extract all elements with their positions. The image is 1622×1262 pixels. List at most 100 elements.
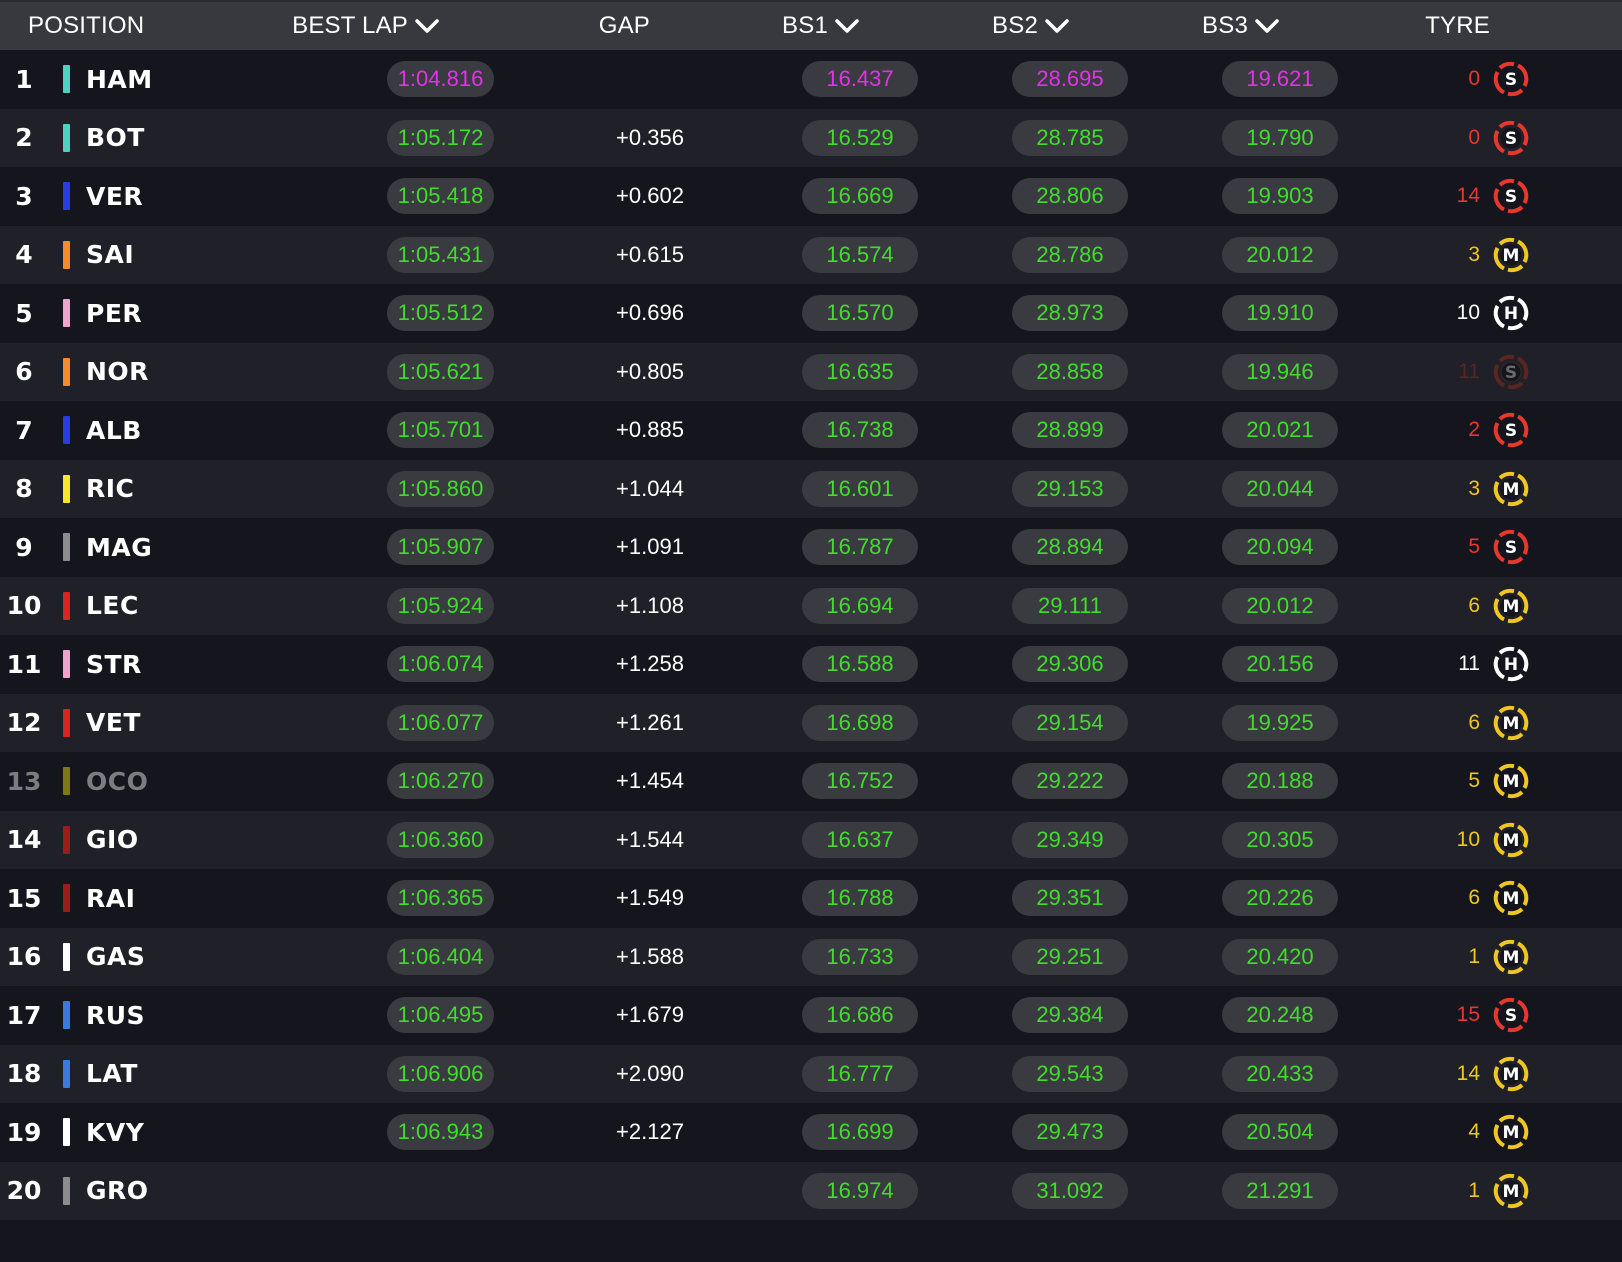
medium-tyre-icon: M <box>1493 705 1529 740</box>
gap-value: +0.615 <box>616 241 684 267</box>
best-sector-3: 19.910 <box>1222 295 1338 332</box>
table-row[interactable]: 15 RAI 1:06.365 +1.549 16.788 29.351 20.226 6 M <box>0 869 1622 928</box>
table-header: POSITION BEST LAP GAP BS1 BS2 BS3 TYRE <box>0 0 1622 50</box>
best-sector-1: 16.574 <box>802 236 918 273</box>
best-sector-1: 16.788 <box>802 880 918 917</box>
best-sector-3: 20.012 <box>1222 236 1338 273</box>
medium-tyre-icon: M <box>1493 471 1529 506</box>
gap-value <box>590 50 710 109</box>
best-lap-time: 1:06.906 <box>387 1055 494 1092</box>
table-row[interactable]: 9 MAG 1:05.907 +1.091 16.787 28.894 20.094 5 S <box>0 518 1622 577</box>
tyre-laps: 0 <box>1468 67 1480 91</box>
table-row[interactable]: 13 OCO 1:06.270 +1.454 16.752 29.222 20.188 5 M <box>0 752 1622 811</box>
best-sector-1: 16.974 <box>802 1172 918 1209</box>
tyre-compound-letter: M <box>1503 246 1520 266</box>
table-row[interactable]: 10 LEC 1:05.924 +1.108 16.694 29.111 20.012 6 M <box>0 576 1622 635</box>
table-row[interactable]: 6 NOR 1:05.621 +0.805 16.635 28.858 19.946 11 S <box>0 342 1622 401</box>
best-lap-time: 1:06.404 <box>387 938 494 975</box>
gap-value: +1.044 <box>616 475 684 501</box>
table-row[interactable]: 20 GRO 16.974 31.092 21.291 1 M <box>0 1161 1622 1220</box>
table-row[interactable]: 12 VET 1:06.077 +1.261 16.698 29.154 19.925 6 M <box>0 693 1622 752</box>
table-row[interactable]: 19 KVY 1:06.943 +2.127 16.699 29.473 20.504 4 M <box>0 1103 1622 1162</box>
chevron-down-icon <box>1255 19 1279 33</box>
gap-value: +2.127 <box>616 1119 684 1145</box>
position-number: 12 <box>6 708 42 738</box>
best-sector-3: 20.012 <box>1222 587 1338 624</box>
tyre-compound-letter: M <box>1503 948 1520 968</box>
team-color-bar <box>63 825 70 854</box>
tyre-laps: 4 <box>1468 1120 1480 1144</box>
gap-value: +1.588 <box>616 943 684 969</box>
table-row[interactable]: 11 STR 1:06.074 +1.258 16.588 29.306 20.156 11 H <box>0 635 1622 694</box>
position-number: 10 <box>6 591 42 621</box>
driver-rows: 1 HAM 1:04.816 16.437 28.695 19.621 0 S 2 BOT 1:05… <box>0 50 1622 1220</box>
position-number: 4 <box>15 240 33 270</box>
best-lap-time: 1:05.431 <box>387 236 494 273</box>
best-sector-3: 20.094 <box>1222 529 1338 566</box>
best-sector-1: 16.635 <box>802 353 918 390</box>
best-sector-2: 29.251 <box>1012 938 1128 975</box>
table-row[interactable]: 3 VER 1:05.418 +0.602 16.669 28.806 19.903 14 S <box>0 167 1622 226</box>
best-sector-3: 21.291 <box>1222 1172 1338 1209</box>
table-row[interactable]: 1 HAM 1:04.816 16.437 28.695 19.621 0 S <box>0 50 1622 109</box>
team-color-bar <box>63 1118 70 1147</box>
medium-tyre-icon: M <box>1493 764 1529 799</box>
hard-tyre-icon: H <box>1493 296 1529 331</box>
best-sector-1: 16.777 <box>802 1055 918 1092</box>
driver-code: LEC <box>86 591 139 621</box>
best-sector-3: 20.433 <box>1222 1055 1338 1092</box>
table-row[interactable]: 14 GIO 1:06.360 +1.544 16.637 29.349 20.305 10 M <box>0 810 1622 869</box>
best-sector-2: 29.473 <box>1012 1114 1128 1151</box>
best-sector-1: 16.669 <box>802 178 918 215</box>
table-row[interactable]: 7 ALB 1:05.701 +0.885 16.738 28.899 20.021 2 S <box>0 401 1622 460</box>
best-sector-1: 16.787 <box>802 529 918 566</box>
chevron-down-icon <box>835 19 859 33</box>
best-sector-2: 29.222 <box>1012 763 1128 800</box>
team-color-bar <box>63 884 70 913</box>
tyre-compound-letter: M <box>1503 597 1520 617</box>
chevron-down-icon <box>1045 19 1069 33</box>
tyre-compound-letter: M <box>1503 1182 1520 1202</box>
tyre-laps: 3 <box>1468 476 1480 500</box>
best-sector-2: 29.351 <box>1012 880 1128 917</box>
best-lap-time: 1:04.816 <box>387 61 494 98</box>
header-position[interactable]: POSITION <box>28 2 144 50</box>
best-sector-2: 29.153 <box>1012 470 1128 507</box>
medium-tyre-icon: M <box>1493 237 1529 272</box>
position-number: 9 <box>15 532 33 562</box>
best-lap-time: 1:05.907 <box>387 529 494 566</box>
table-row[interactable]: 16 GAS 1:06.404 +1.588 16.733 29.251 20.420 1 M <box>0 927 1622 986</box>
best-sector-1: 16.529 <box>802 119 918 156</box>
best-sector-2: 28.695 <box>1012 61 1128 98</box>
position-number: 13 <box>6 766 42 796</box>
driver-code: VET <box>86 708 141 738</box>
table-row[interactable]: 18 LAT 1:06.906 +2.090 16.777 29.543 20.433 14 M <box>0 1044 1622 1103</box>
gap-value: +1.544 <box>616 826 684 852</box>
tyre-laps: 14 <box>1456 1061 1480 1085</box>
tyre-compound-letter: M <box>1503 1065 1520 1085</box>
table-row[interactable]: 8 RIC 1:05.860 +1.044 16.601 29.153 20.044 3 M <box>0 459 1622 518</box>
driver-code: VER <box>86 181 144 211</box>
best-sector-2: 28.858 <box>1012 353 1128 390</box>
table-row[interactable]: 17 RUS 1:06.495 +1.679 16.686 29.384 20.248 15 S <box>0 986 1622 1045</box>
best-sector-3: 20.226 <box>1222 880 1338 917</box>
team-color-bar <box>63 357 70 386</box>
tyre-laps: 0 <box>1468 125 1480 149</box>
table-row[interactable]: 5 PER 1:05.512 +0.696 16.570 28.973 19.910 10 H <box>0 284 1622 343</box>
driver-code: OCO <box>86 766 149 796</box>
best-sector-3: 20.248 <box>1222 997 1338 1034</box>
medium-tyre-icon: M <box>1493 1056 1529 1091</box>
team-color-bar <box>63 1176 70 1205</box>
gap-value: +1.679 <box>616 1002 684 1028</box>
tyre-compound-letter: H <box>1504 304 1518 324</box>
table-row[interactable]: 4 SAI 1:05.431 +0.615 16.574 28.786 20.012 3 M <box>0 225 1622 284</box>
tyre-compound-letter: M <box>1503 831 1520 851</box>
best-sector-2: 28.899 <box>1012 412 1128 449</box>
best-sector-1: 16.570 <box>802 295 918 332</box>
tyre-laps: 10 <box>1456 301 1480 325</box>
soft-tyre-icon: S <box>1493 179 1529 214</box>
driver-code: STR <box>86 649 142 679</box>
best-sector-1: 16.686 <box>802 997 918 1034</box>
table-row[interactable]: 2 BOT 1:05.172 +0.356 16.529 28.785 19.790 0 S <box>0 108 1622 167</box>
tyre-laps: 14 <box>1456 184 1480 208</box>
